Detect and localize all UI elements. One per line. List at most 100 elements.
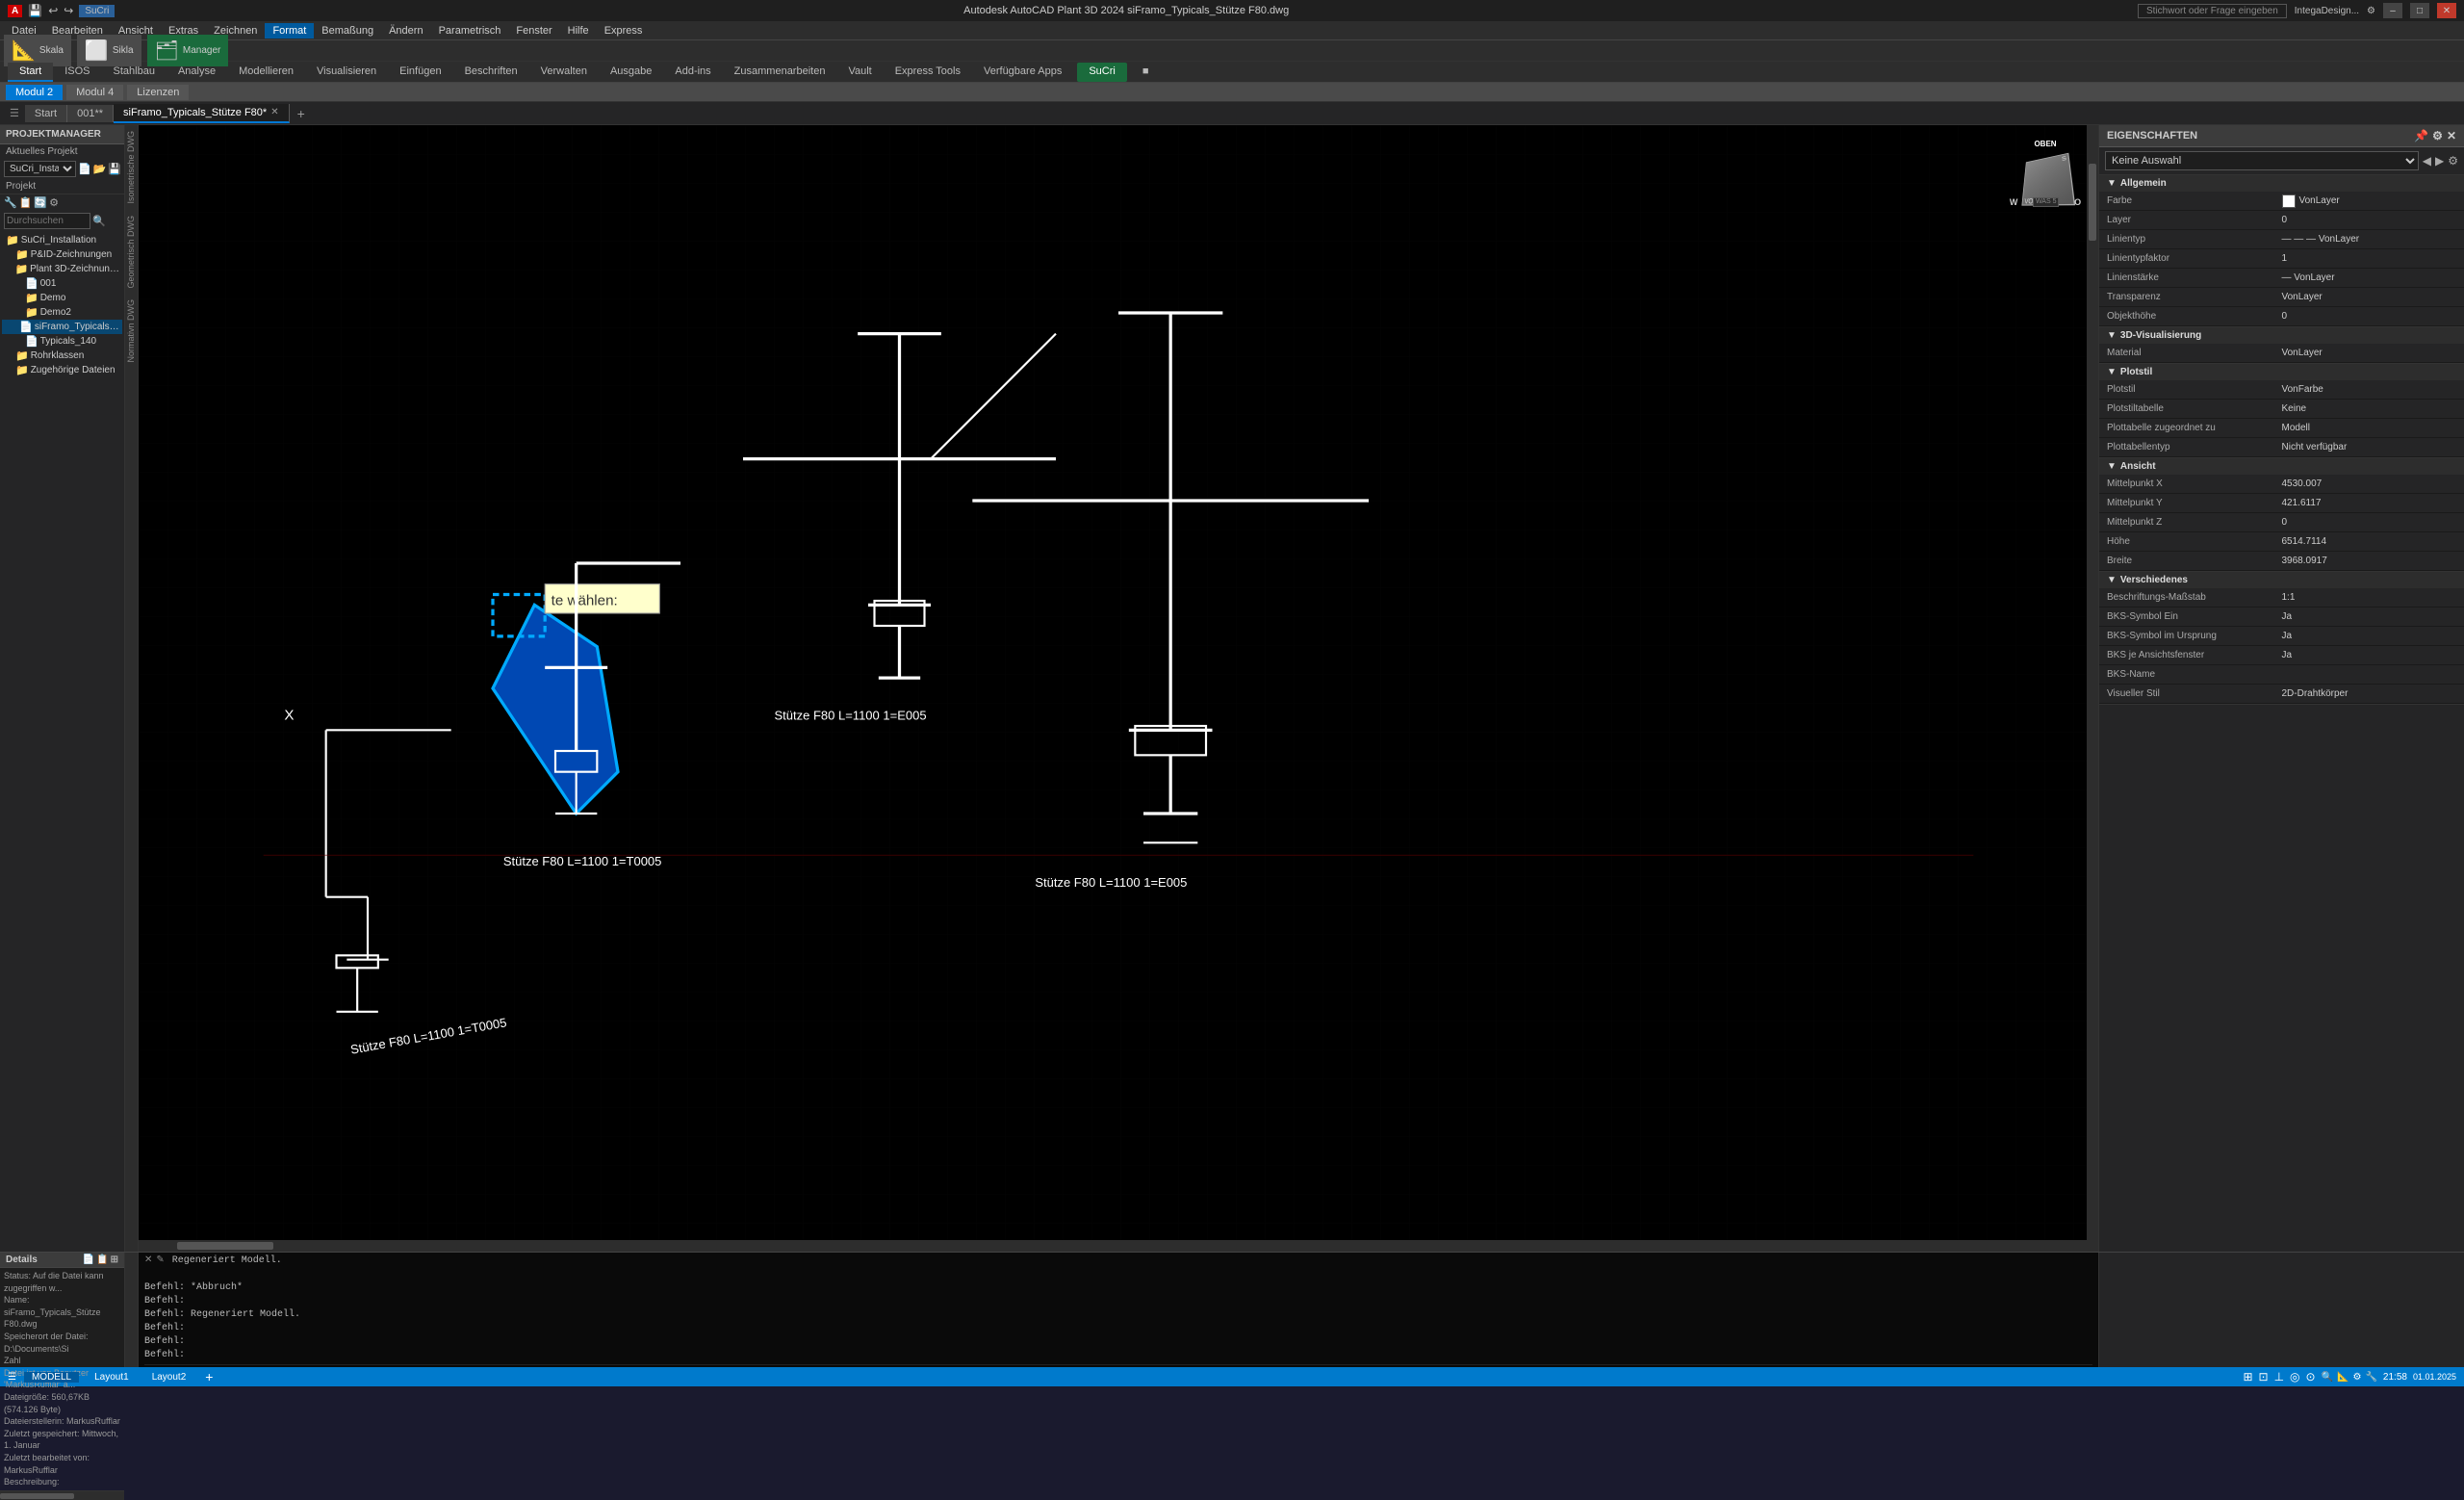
props-val-my[interactable]: 421.6117 [2282, 498, 2457, 508]
status-layout1-btn[interactable]: Layout1 [87, 1372, 137, 1383]
tab-visualisieren[interactable]: Visualisieren [305, 63, 388, 82]
doc-tab-close-icon[interactable]: ✕ [270, 107, 278, 117]
search-icon[interactable]: 🔍 [92, 215, 106, 227]
quick-undo-icon[interactable]: ↩ [48, 4, 58, 17]
quick-redo-icon[interactable]: ↪ [64, 4, 73, 17]
quick-save-icon[interactable]: 💾 [28, 4, 42, 17]
menu-parametrisch[interactable]: Parametrisch [431, 23, 509, 39]
proj-tool-3[interactable]: 🔄 [34, 196, 47, 209]
tab-add-ins[interactable]: Add-ins [663, 63, 722, 82]
h-scroll-thumb[interactable] [177, 1242, 273, 1250]
tab-vault[interactable]: Vault [836, 63, 883, 82]
tab-verfugbare-apps[interactable]: Verfügbare Apps [972, 63, 1073, 82]
props-val-visuell[interactable]: 2D-Drahtkörper [2282, 688, 2457, 699]
menu-fenster[interactable]: Fenster [508, 23, 559, 39]
menu-express[interactable]: Express [597, 23, 651, 39]
props-val-plotstiltabelle[interactable]: Keine [2282, 403, 2457, 414]
status-osnap-icon[interactable]: ⊙ [2306, 1370, 2316, 1384]
tab-express-tools[interactable]: Express Tools [884, 63, 972, 82]
doc-tab-add[interactable]: + [290, 103, 313, 124]
console-close-icon[interactable]: ✕ [144, 1254, 152, 1265]
props-val-massstab[interactable]: 1:1 [2282, 592, 2457, 603]
props-sel-icon-1[interactable]: ◀ [2423, 154, 2431, 168]
tab-analyse[interactable]: Analyse [167, 63, 227, 82]
settings-icon[interactable]: ⚙ [2367, 6, 2375, 16]
proj-tool-4[interactable]: ⚙ [49, 196, 59, 209]
menu-bemassung[interactable]: Bemaßung [314, 23, 381, 39]
tree-item[interactable]: 📁P&ID-Zeichnungen [2, 247, 122, 262]
vert-label-geo[interactable]: Geometrisch DWG [125, 210, 138, 295]
menu-andern[interactable]: Ändern [381, 23, 430, 39]
props-val-mx[interactable]: 4530.007 [2282, 478, 2457, 489]
tree-item[interactable]: 📁SuCri_Installation [2, 233, 122, 247]
props-val-bks-ursprung[interactable]: Ja [2282, 631, 2457, 641]
status-add-layout-btn[interactable]: + [201, 1369, 217, 1384]
properties-selector-dropdown[interactable]: Keine Auswahl [2105, 151, 2419, 170]
props-val-hohe[interactable]: 6514.7114 [2282, 536, 2457, 547]
props-val-linienstarke[interactable]: — VonLayer [2282, 272, 2457, 283]
status-icon-2[interactable]: 📐 [2337, 1372, 2348, 1383]
props-section-plotstil-header[interactable]: ▼ Plotstil [2099, 364, 2464, 380]
tree-item[interactable]: 📁Demo [2, 291, 122, 305]
proj-tool-2[interactable]: 📋 [19, 196, 33, 209]
tab-zusammenarbeiten[interactable]: Zusammenarbeiten [723, 63, 837, 82]
viewcube[interactable]: OBEN VORNE S W WAS 5 O [2002, 135, 2089, 212]
tab-einfugen[interactable]: Einfügen [388, 63, 452, 82]
details-icon-3[interactable]: ⊞ [111, 1254, 118, 1265]
tab-isos[interactable]: ISOS [53, 63, 101, 82]
project-dropdown[interactable]: SuCri_Installation [4, 161, 76, 177]
props-icon-3[interactable]: ✕ [2447, 129, 2456, 142]
tab-extra[interactable]: ■ [1131, 63, 1161, 82]
props-val-plotstil[interactable]: VonFarbe [2282, 384, 2457, 395]
props-val-transparenz[interactable]: VonLayer [2282, 292, 2457, 302]
proj-icon-open[interactable]: 📂 [93, 163, 107, 175]
tab-ausgabe[interactable]: Ausgabe [599, 63, 663, 82]
tree-item[interactable]: 📄001 [2, 276, 122, 291]
tab-modellieren[interactable]: Modellieren [227, 63, 305, 82]
props-section-verschiedenes-header[interactable]: ▼ Verschiedenes [2099, 572, 2464, 588]
horizontal-scrollbar[interactable] [139, 1240, 2098, 1252]
props-val-breite[interactable]: 3968.0917 [2282, 556, 2457, 566]
tree-item[interactable]: 📁Plant 3D-Zeichnungen [2, 262, 122, 276]
tab-verwalten[interactable]: Verwalten [529, 63, 599, 82]
v-scroll-thumb[interactable] [2089, 164, 2096, 241]
props-val-mz[interactable]: 0 [2282, 517, 2457, 528]
maximize-btn[interactable]: □ [2410, 3, 2429, 18]
status-icon-1[interactable]: 🔍 [2322, 1372, 2333, 1383]
props-section-allgemein-header[interactable]: ▼ Allgemein [2099, 175, 2464, 192]
doc-tab-start[interactable]: Start [25, 105, 67, 122]
props-val-bks-ansicht[interactable]: Ja [2282, 650, 2457, 660]
hamburger-icon[interactable]: ☰ [4, 104, 25, 122]
close-btn[interactable]: ✕ [2437, 3, 2456, 18]
details-scrollbar-h[interactable] [0, 1490, 124, 1500]
status-model-btn[interactable]: MODELL [24, 1372, 79, 1383]
viewport-nav[interactable]: OBEN VORNE S W WAS 5 O [2002, 135, 2089, 226]
proj-tool-1[interactable]: 🔧 [4, 196, 17, 209]
menu-hilfe[interactable]: Hilfe [560, 23, 597, 39]
props-section-ansicht-header[interactable]: ▼ Ansicht [2099, 458, 2464, 475]
search-input[interactable] [4, 213, 90, 229]
status-ortho-icon[interactable]: ⊥ [2274, 1370, 2284, 1384]
vertical-scrollbar[interactable] [2087, 125, 2098, 1252]
minimize-btn[interactable]: – [2383, 3, 2402, 18]
tab-beschriften[interactable]: Beschriften [453, 63, 529, 82]
props-section-3d-header[interactable]: ▼ 3D-Visualisierung [2099, 327, 2464, 344]
props-val-linientyp[interactable]: — — — VonLayer [2282, 234, 2457, 245]
tab-sucri[interactable]: SuCri [1077, 63, 1127, 82]
props-val-material[interactable]: VonLayer [2282, 348, 2457, 358]
tree-item[interactable]: 📄Typicals_140 [2, 334, 122, 349]
details-icon-1[interactable]: 📄 [83, 1254, 94, 1265]
props-icon-2[interactable]: ⚙ [2432, 129, 2443, 142]
console-pencil-icon[interactable]: ✎ [156, 1254, 164, 1265]
props-sel-icon-3[interactable]: ⚙ [2448, 154, 2458, 168]
props-icon-1[interactable]: 📌 [2414, 129, 2428, 142]
tree-item[interactable]: 📄siFramo_Typicals_Stütze F8 [2, 320, 122, 334]
props-val-bks-ein[interactable]: Ja [2282, 611, 2457, 622]
status-snap-icon[interactable]: ⊡ [2259, 1370, 2269, 1384]
details-scroll-thumb[interactable] [0, 1493, 74, 1499]
doc-tab-001[interactable]: 001** [67, 105, 114, 122]
details-icon-2[interactable]: 📋 [96, 1254, 108, 1265]
props-val-linientypfaktor[interactable]: 1 [2282, 253, 2457, 264]
props-val-plottabellentyp[interactable]: Nicht verfügbar [2282, 442, 2457, 453]
status-polar-icon[interactable]: ◎ [2290, 1370, 2299, 1384]
